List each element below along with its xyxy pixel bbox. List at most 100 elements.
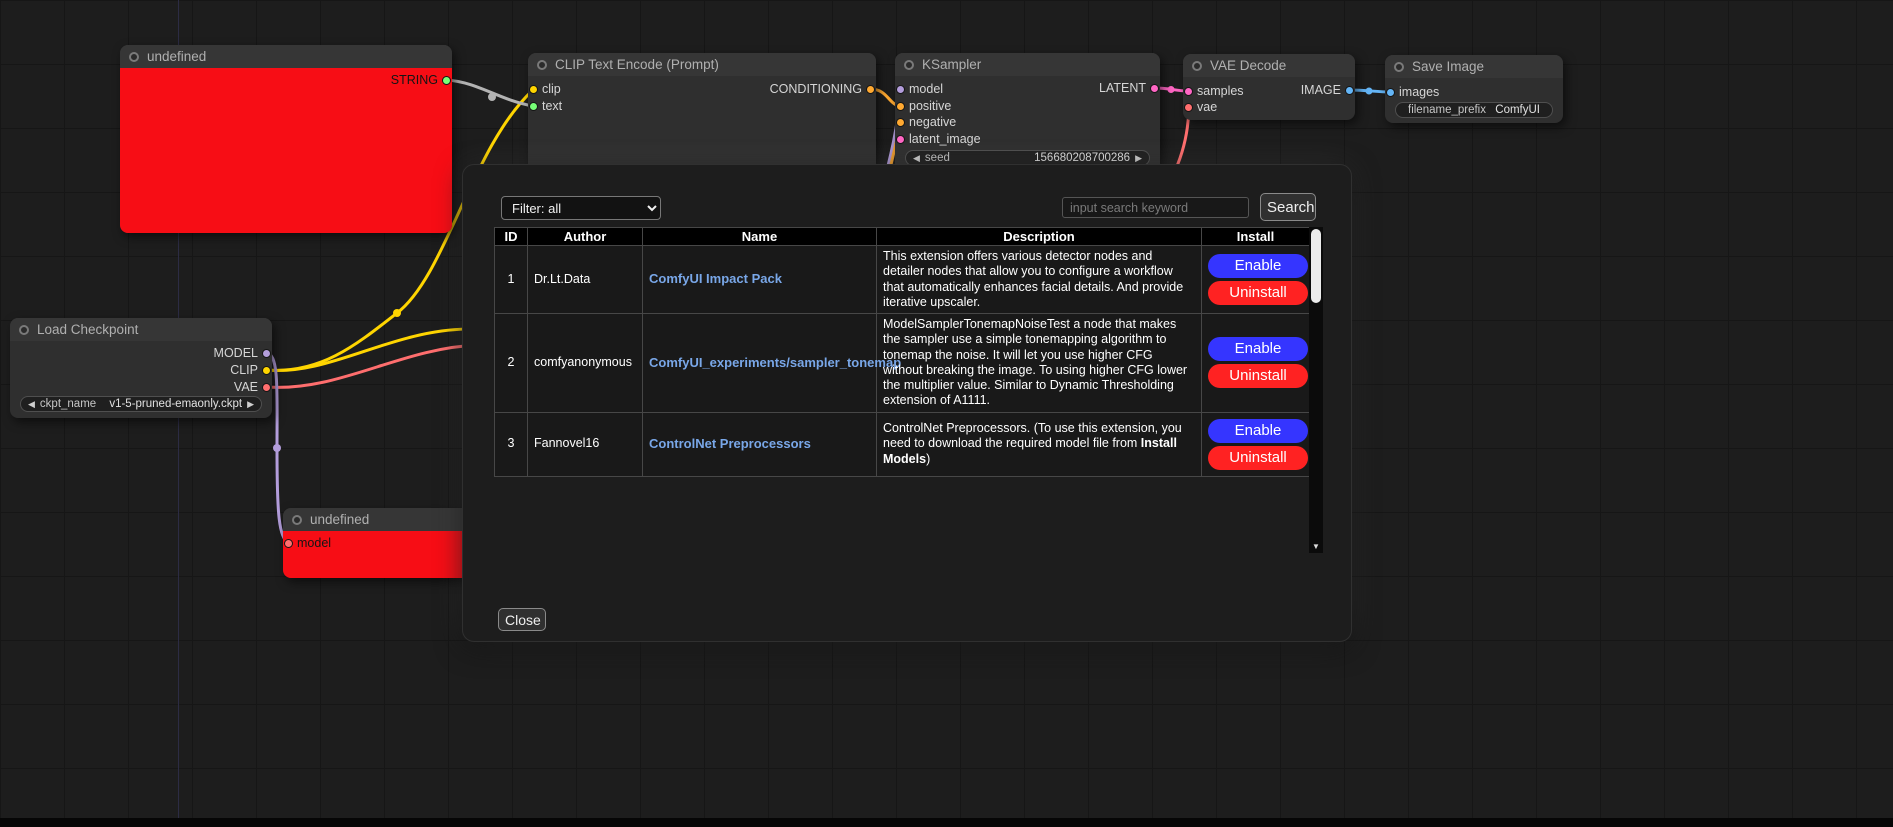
extension-link[interactable]: ControlNet Preprocessors [649, 436, 811, 451]
wire-dot-model [273, 444, 281, 452]
output-port-string[interactable] [442, 76, 451, 85]
input-label-text: text [542, 99, 562, 113]
output-port-conditioning[interactable] [866, 85, 875, 94]
input-label-latent-image: latent_image [909, 132, 981, 146]
node-save-image[interactable]: Save Image images filename_prefix ComfyU… [1385, 55, 1563, 123]
input-label-images: images [1399, 85, 1439, 99]
node-collapse-dot[interactable] [1192, 61, 1202, 71]
custom-nodes-manager-dialog: Filter: all Search ID Author Name Descri… [462, 164, 1352, 642]
cell-description: ModelSamplerTonemapNoiseTest a node that… [877, 314, 1202, 413]
table-header-row: ID Author Name Description Install [495, 228, 1310, 246]
input-port-clip[interactable] [529, 85, 538, 94]
input-port-positive[interactable] [896, 102, 905, 111]
bottom-bar [0, 818, 1893, 827]
ckpt-widget-value: v1-5-pruned-emaonly.ckpt [109, 398, 242, 410]
input-port-latent-image[interactable] [896, 135, 905, 144]
node-title: undefined [310, 512, 369, 527]
ckpt-name-widget[interactable]: ◀ ckpt_name v1-5-pruned-emaonly.ckpt ▶ [20, 396, 262, 412]
node-collapse-dot[interactable] [904, 60, 914, 70]
node-title: CLIP Text Encode (Prompt) [555, 57, 719, 72]
enable-button[interactable]: Enable [1208, 337, 1308, 361]
search-button[interactable]: Search [1260, 193, 1316, 221]
wire-string-to-text [447, 80, 534, 106]
ckpt-decrement-arrow[interactable]: ◀ [28, 396, 35, 412]
error-node-body [120, 68, 452, 233]
node-undefined-bottom[interactable]: undefined model [283, 508, 479, 578]
extensions-table: ID Author Name Description Install 1 Dr.… [494, 227, 1310, 477]
node-collapse-dot[interactable] [129, 52, 139, 62]
output-port-latent[interactable] [1150, 84, 1159, 93]
extension-link[interactable]: ComfyUI_experiments/sampler_tonemap [649, 355, 901, 370]
cell-author: comfyanonymous [528, 314, 643, 413]
input-port-model[interactable] [284, 539, 293, 548]
node-collapse-dot[interactable] [19, 325, 29, 335]
input-port-vae[interactable] [1184, 103, 1193, 112]
node-title: undefined [147, 49, 206, 64]
cell-author: Dr.Lt.Data [528, 246, 643, 314]
node-vae-decode[interactable]: VAE Decode samples vae IMAGE [1183, 54, 1355, 120]
input-port-images[interactable] [1386, 88, 1395, 97]
input-label-model: model [909, 82, 943, 96]
seed-widget-name: seed [925, 152, 950, 164]
search-input[interactable] [1062, 197, 1249, 218]
enable-button[interactable]: Enable [1208, 419, 1308, 443]
filename-widget-name: filename_prefix [1408, 104, 1486, 116]
header-description: Description [877, 228, 1202, 246]
uninstall-button[interactable]: Uninstall [1208, 446, 1308, 470]
input-port-text[interactable] [529, 102, 538, 111]
scrollbar-thumb[interactable] [1311, 229, 1321, 303]
header-id: ID [495, 228, 528, 246]
output-label-conditioning: CONDITIONING [770, 82, 862, 96]
close-button[interactable]: Close [498, 608, 546, 631]
wire-dot-image [1366, 88, 1373, 95]
header-install: Install [1202, 228, 1310, 246]
output-label-string: STRING [391, 73, 438, 87]
comfyui-canvas: undefined STRING CLIP Text Encode (Promp… [0, 0, 1893, 827]
node-title: VAE Decode [1210, 58, 1286, 73]
extension-row: 1 Dr.Lt.Data ComfyUI Impact Pack This ex… [495, 246, 1310, 314]
extension-row: 2 comfyanonymous ComfyUI_experiments/sam… [495, 314, 1310, 413]
extensions-table-container: ID Author Name Description Install 1 Dr.… [494, 227, 1323, 553]
wire-dot-clip [393, 309, 401, 317]
output-port-vae[interactable] [262, 383, 271, 392]
input-port-model[interactable] [896, 85, 905, 94]
node-title: Save Image [1412, 59, 1484, 74]
output-label-vae: VAE [234, 380, 258, 394]
wire-dot-string [488, 93, 496, 101]
table-scrollbar[interactable]: ▼ [1309, 227, 1323, 553]
uninstall-button[interactable]: Uninstall [1208, 281, 1308, 305]
input-port-negative[interactable] [896, 118, 905, 127]
output-port-image[interactable] [1345, 86, 1354, 95]
node-collapse-dot[interactable] [292, 515, 302, 525]
cell-id: 2 [495, 314, 528, 413]
input-label-negative: negative [909, 115, 956, 129]
scrollbar-down-arrow[interactable]: ▼ [1309, 542, 1323, 552]
output-port-model[interactable] [262, 349, 271, 358]
input-label-positive: positive [909, 99, 951, 113]
cell-id: 1 [495, 246, 528, 314]
input-port-samples[interactable] [1184, 87, 1193, 96]
node-title: KSampler [922, 57, 981, 72]
output-label-image: IMAGE [1301, 83, 1341, 97]
header-name: Name [643, 228, 877, 246]
wire-dot-latent [1168, 86, 1175, 93]
uninstall-button[interactable]: Uninstall [1208, 364, 1308, 388]
input-label-model: model [297, 536, 331, 550]
node-undefined-top[interactable]: undefined STRING [120, 45, 452, 233]
node-collapse-dot[interactable] [1394, 62, 1404, 72]
cell-description: This extension offers various detector n… [877, 246, 1202, 314]
input-label-vae: vae [1197, 100, 1217, 114]
output-label-clip: CLIP [230, 363, 258, 377]
output-port-clip[interactable] [262, 366, 271, 375]
seed-widget-value: 156680208700286 [1034, 152, 1130, 164]
filename-prefix-widget[interactable]: filename_prefix ComfyUI [1395, 102, 1553, 118]
extension-link[interactable]: ComfyUI Impact Pack [649, 271, 782, 286]
output-label-latent: LATENT [1099, 81, 1146, 95]
enable-button[interactable]: Enable [1208, 254, 1308, 278]
cell-id: 3 [495, 412, 528, 476]
ckpt-increment-arrow[interactable]: ▶ [247, 396, 254, 412]
filter-select[interactable]: Filter: all [501, 196, 661, 220]
node-load-checkpoint[interactable]: Load Checkpoint MODEL CLIP VAE ◀ ckpt_na… [10, 318, 272, 418]
cell-author: Fannovel16 [528, 412, 643, 476]
node-collapse-dot[interactable] [537, 60, 547, 70]
